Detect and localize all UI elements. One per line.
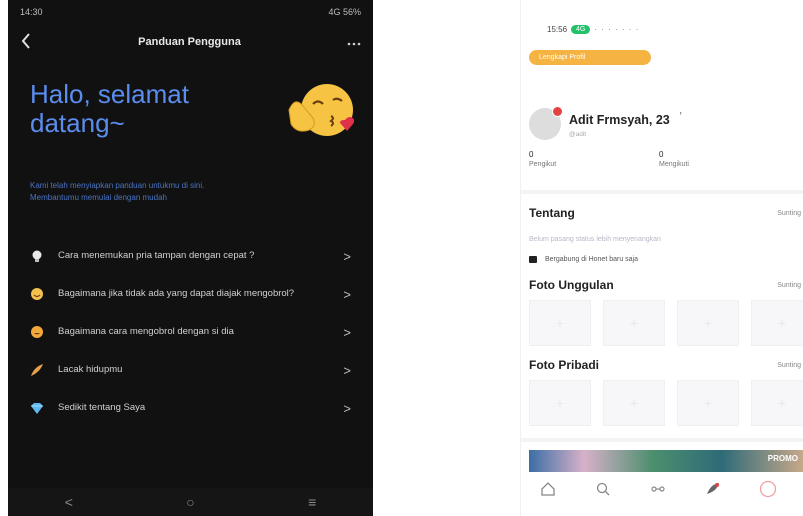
chevron-right-icon: >: [343, 400, 351, 416]
private-edit-button[interactable]: Sunting: [777, 362, 801, 369]
featured-photo-slot[interactable]: +: [677, 300, 739, 346]
page-title: Panduan Pengguna: [138, 36, 241, 48]
welcome-title: Halo, selamat datang~: [30, 79, 189, 138]
diamond-icon: [31, 403, 43, 414]
network-badge: 4G: [571, 24, 591, 34]
followers-stat[interactable]: 0 Pengikut: [529, 150, 659, 168]
section-divider: [521, 438, 803, 442]
chevron-right-icon: >: [343, 248, 351, 264]
featured-photos-title: Foto Unggulan: [529, 278, 614, 292]
nav-recents-button[interactable]: ≡: [308, 494, 316, 510]
profile-id: @adit: [569, 130, 587, 138]
private-photo-row: + + + +: [529, 380, 803, 426]
chevron-right-icon: >: [343, 362, 351, 378]
complete-profile-chip[interactable]: Lengkapi Profil: [529, 50, 651, 65]
tab-search[interactable]: [592, 478, 614, 500]
featured-photo-slot[interactable]: +: [529, 300, 591, 346]
status-bar: 14:30 4G 56%: [8, 0, 373, 24]
private-photo-slot[interactable]: +: [603, 380, 665, 426]
private-photo-slot[interactable]: +: [677, 380, 739, 426]
ad-banner[interactable]: PROMO: [529, 450, 803, 472]
section-divider: [521, 190, 803, 194]
user-guide-screen: 14:30 4G 56% Panduan Pengguna Halo, sela…: [8, 0, 373, 516]
search-icon: [597, 482, 610, 496]
nav-back-button[interactable]: <: [65, 494, 73, 510]
featured-photo-slot[interactable]: +: [603, 300, 665, 346]
status-time: 14:30: [20, 7, 43, 17]
guide-item-label: Sedikit tentang Saya: [58, 402, 146, 413]
followers-label: Pengikut: [529, 161, 557, 168]
calendar-icon: [529, 256, 537, 263]
followers-count: 0: [529, 150, 534, 159]
nav-home-button[interactable]: ○: [186, 494, 194, 510]
private-photo-slot[interactable]: +: [529, 380, 591, 426]
follow-stats: 0 Pengikut 0 Mengikuti: [529, 150, 789, 168]
chevron-right-icon: >: [343, 324, 351, 340]
moment-icon: [706, 483, 719, 494]
guide-menu: Cara menemukan pria tampan dengan cepat …: [8, 238, 373, 426]
about-bio: Belum pasang status lebih menyenangkan: [529, 236, 661, 243]
avatar-badge: [552, 106, 563, 117]
featured-photo-slot[interactable]: +: [751, 300, 803, 346]
chevron-right-icon: >: [343, 286, 351, 302]
private-photos-title: Foto Pribadi: [529, 358, 599, 372]
featured-photo-row: + + + +: [529, 300, 803, 346]
more-button[interactable]: [347, 33, 361, 51]
tab-home[interactable]: [537, 478, 559, 500]
following-stat[interactable]: 0 Mengikuti: [659, 150, 789, 168]
chat-icon: [651, 486, 665, 492]
feather-icon: [31, 364, 43, 376]
joined-info: Bergabung di Honet baru saja: [529, 256, 638, 263]
chevron-left-icon: [21, 33, 30, 49]
ad-text: PROMO: [767, 454, 798, 463]
guide-item-label: Bagaimana jika tidak ada yang dapat diaj…: [58, 288, 295, 299]
profile-screen: 15:56 4G · · · · · · · Lengkapi Profil A…: [520, 0, 803, 516]
bottom-tab-bar: [521, 474, 803, 504]
profile-header: Adit Frmsyah, 23 ′ @adit: [529, 106, 682, 140]
kissing-face-emoji: [288, 84, 355, 136]
more-dots-icon: [347, 42, 361, 46]
welcome-subtitle: Kami telah menyiapkan panduan untukmu di…: [30, 181, 205, 202]
guide-item-track-life[interactable]: Lacak hidupmu >: [8, 352, 373, 388]
profile-icon: [759, 480, 776, 498]
avatar[interactable]: [529, 106, 563, 140]
tab-chat[interactable]: [647, 478, 669, 500]
status-icons: · · · · · · ·: [594, 24, 640, 34]
about-title: Tentang: [529, 206, 575, 220]
following-label: Mengikuti: [659, 161, 689, 168]
about-edit-button[interactable]: Sunting: [777, 210, 801, 217]
following-count: 0: [659, 150, 664, 159]
guide-item-label: Cara menemukan pria tampan dengan cepat …: [58, 250, 255, 261]
edit-profile-icon[interactable]: ′: [680, 111, 682, 122]
tab-moment[interactable]: [702, 478, 724, 500]
welcome-hero: Halo, selamat datang~: [8, 60, 373, 180]
status-time: 15:56: [547, 24, 568, 34]
guide-item-how-to-chat[interactable]: Bagaimana cara mengobrol dengan si dia >: [8, 314, 373, 350]
screenshot-stage: 14:30 4G 56% Panduan Pengguna Halo, sela…: [0, 0, 803, 516]
guide-item-find-handsome[interactable]: Cara menemukan pria tampan dengan cepat …: [8, 238, 373, 274]
guide-item-no-one-to-chat[interactable]: Bagaimana jika tidak ada yang dapat diaj…: [8, 276, 373, 312]
private-photo-slot[interactable]: +: [751, 380, 803, 426]
home-icon: [541, 482, 556, 496]
profile-name: Adit Frmsyah, 23: [569, 112, 670, 127]
guide-item-label: Bagaimana cara mengobrol dengan si dia: [58, 326, 234, 337]
joined-text: Bergabung di Honet baru saja: [545, 256, 639, 263]
status-indicators: 4G 56%: [328, 7, 361, 17]
back-button[interactable]: [20, 31, 32, 53]
featured-edit-button[interactable]: Sunting: [777, 282, 801, 289]
tab-profile[interactable]: [757, 478, 779, 500]
app-bar: Panduan Pengguna: [8, 24, 373, 60]
system-nav-bar: < ○ ≡: [8, 488, 373, 516]
lightbulb-icon: [32, 250, 42, 262]
guide-item-about-me[interactable]: Sedikit tentang Saya >: [8, 390, 373, 426]
guide-item-label: Lacak hidupmu: [58, 364, 123, 375]
smile-face-icon: [31, 288, 43, 300]
grin-face-icon: [31, 326, 43, 338]
